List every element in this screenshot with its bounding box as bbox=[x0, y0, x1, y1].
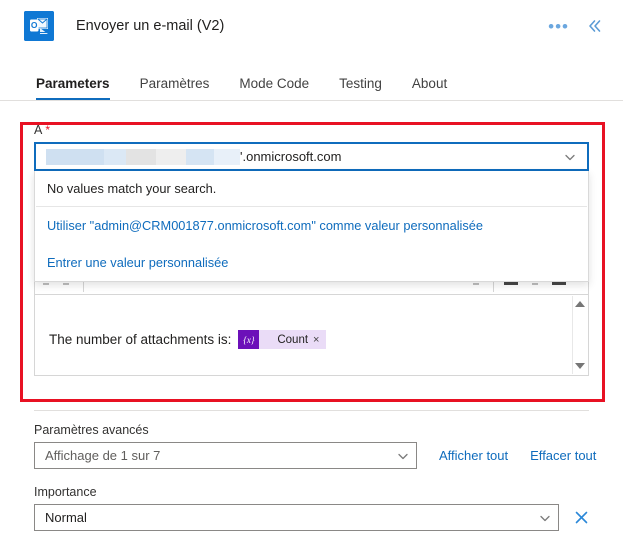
clear-all-button[interactable]: Effacer tout bbox=[530, 448, 596, 463]
advanced-section: Paramètres avancés Affichage de 1 sur 7 … bbox=[0, 410, 623, 531]
font-size-icon[interactable] bbox=[63, 282, 69, 285]
collapse-panel-button[interactable] bbox=[577, 16, 609, 36]
to-combobox[interactable]: '.onmicrosoft.com bbox=[34, 142, 589, 171]
double-chevron-left-icon bbox=[589, 20, 601, 32]
body-text-line: The number of attachments is: {x} Count … bbox=[49, 304, 327, 375]
svg-text:O: O bbox=[31, 20, 38, 30]
triangle-down-icon[interactable] bbox=[575, 363, 585, 369]
expression-variable-icon: {x} bbox=[238, 330, 260, 349]
italic-icon[interactable] bbox=[532, 282, 538, 285]
underline-icon[interactable] bbox=[552, 282, 566, 285]
advanced-parameters-select[interactable]: Affichage de 1 sur 7 bbox=[34, 442, 417, 469]
font-family-icon[interactable] bbox=[43, 282, 49, 285]
importance-label: Importance bbox=[34, 485, 97, 499]
page-title: Envoyer un e-mail (V2) bbox=[76, 18, 225, 34]
to-combobox-value: '.onmicrosoft.com bbox=[240, 149, 342, 164]
chevron-down-icon bbox=[398, 453, 408, 459]
to-combobox-dropdown: No values match your search. Utiliser "a… bbox=[34, 171, 589, 282]
to-field-row: '.onmicrosoft.com No values match your s… bbox=[34, 142, 589, 282]
dynamic-content-token[interactable]: {x} Count × bbox=[238, 330, 327, 349]
tab-testing[interactable]: Testing bbox=[339, 76, 382, 100]
chevron-down-icon bbox=[565, 154, 575, 160]
section-divider bbox=[34, 410, 589, 411]
dropdown-no-match-message: No values match your search. bbox=[47, 181, 217, 196]
advanced-parameters-value: Affichage de 1 sur 7 bbox=[45, 448, 161, 463]
importance-value: Normal bbox=[45, 510, 87, 525]
close-x-icon bbox=[575, 511, 588, 524]
tab-mode-code[interactable]: Mode Code bbox=[239, 76, 309, 100]
triangle-up-icon[interactable] bbox=[575, 301, 585, 307]
to-field-label: À * bbox=[34, 123, 623, 137]
tab-bar: Parameters Paramètres Mode Code Testing … bbox=[0, 62, 623, 100]
importance-select[interactable]: Normal bbox=[34, 504, 559, 531]
outlook-send-email-icon: O bbox=[24, 11, 54, 41]
email-body-editor: The number of attachments is: {x} Count … bbox=[34, 272, 589, 376]
more-options-button[interactable]: ••• bbox=[540, 16, 577, 37]
list-icon[interactable] bbox=[473, 282, 479, 285]
panel-header: O Envoyer un e-mail (V2) ••• bbox=[0, 0, 623, 52]
show-all-button[interactable]: Afficher tout bbox=[439, 448, 508, 463]
token-remove-button[interactable]: × bbox=[313, 334, 326, 346]
tab-bar-divider bbox=[0, 100, 623, 101]
to-combobox-chevron[interactable] bbox=[563, 150, 581, 164]
tab-parametres[interactable]: Paramètres bbox=[140, 76, 210, 100]
redacted-email-prefix bbox=[46, 148, 240, 165]
chevron-down-icon bbox=[540, 515, 550, 521]
token-label: Count bbox=[277, 333, 309, 346]
parameters-form: À * '.onmicrosoft.com No values match yo… bbox=[0, 123, 623, 282]
importance-row: Normal bbox=[34, 504, 623, 531]
importance-chevron[interactable] bbox=[528, 511, 552, 525]
bold-icon[interactable] bbox=[504, 282, 518, 285]
required-asterisk: * bbox=[45, 123, 51, 137]
importance-clear-button[interactable] bbox=[573, 509, 590, 526]
tab-about[interactable]: About bbox=[412, 76, 447, 100]
advanced-parameters-chevron[interactable] bbox=[386, 449, 410, 463]
dropdown-use-custom-value-option[interactable]: Utiliser "admin@CRM001877.onmicrosoft.co… bbox=[35, 207, 588, 244]
email-body-content[interactable]: The number of attachments is: {x} Count … bbox=[34, 294, 589, 376]
body-static-text: The number of attachments is: bbox=[49, 332, 232, 347]
dropdown-enter-custom-value-option[interactable]: Entrer une valeur personnalisée bbox=[35, 244, 588, 281]
advanced-parameters-row: Affichage de 1 sur 7 Afficher tout Effac… bbox=[34, 442, 623, 469]
body-scrollbar[interactable] bbox=[572, 296, 587, 374]
advanced-parameters-label: Paramètres avancés bbox=[34, 423, 149, 437]
to-field-label-text: À bbox=[34, 123, 43, 137]
tab-parameters[interactable]: Parameters bbox=[36, 76, 110, 100]
